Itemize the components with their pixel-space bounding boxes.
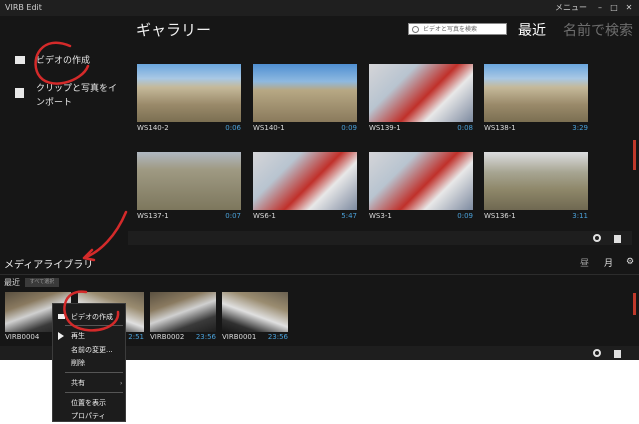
library-thumbnail[interactable]	[222, 292, 288, 332]
video-camera-icon	[58, 314, 65, 319]
refresh-icon[interactable]	[593, 234, 601, 242]
trash-icon[interactable]	[614, 235, 621, 243]
ctx-play[interactable]: 再生	[71, 331, 85, 341]
clip-name: WS138-1	[484, 124, 516, 132]
clip-name: WS137-1	[137, 212, 169, 220]
ctx-show-location[interactable]: 位置を表示	[71, 398, 106, 408]
title-bar: VIRB Edit メニュー – □ ✕	[0, 0, 639, 16]
search-placeholder: ビデオと写真を検索	[423, 26, 478, 33]
library-scrollbar[interactable]	[633, 293, 636, 315]
search-input[interactable]: ビデオと写真を検索	[408, 23, 507, 35]
clip-name: WS139-1	[369, 124, 401, 132]
gear-icon[interactable]: ⚙	[626, 257, 634, 267]
clip-name: WS140-2	[137, 124, 169, 132]
clip-name: VIRB0004	[5, 333, 40, 341]
menu-button[interactable]: メニュー	[555, 0, 587, 16]
clip-name: WS6-1	[253, 212, 276, 220]
clip-name: WS140-1	[253, 124, 285, 132]
import-clips-link[interactable]: クリップと写真をインポート	[36, 82, 124, 110]
library-title: メディアライブラリ	[4, 260, 94, 271]
minimize-button[interactable]: –	[593, 0, 607, 16]
gallery-thumbnail[interactable]	[369, 64, 473, 122]
play-icon	[58, 332, 64, 340]
gallery-title: ギャラリー	[136, 21, 212, 39]
gallery-toolbar	[128, 231, 632, 245]
gallery-thumbnail[interactable]	[253, 152, 357, 210]
gallery-thumbnail[interactable]	[253, 64, 357, 122]
clip-duration: 3:11	[572, 212, 588, 220]
app-title: VIRB Edit	[5, 3, 42, 12]
context-menu: ビデオの作成 再生 名前の変更... 削除 共有 › 位置を表示 プロパティ	[52, 303, 126, 422]
ctx-separator	[65, 372, 123, 373]
clip-name: WS136-1	[484, 212, 516, 220]
clip-duration: 5:47	[341, 212, 357, 220]
ctx-share[interactable]: 共有	[71, 378, 85, 388]
ctx-properties[interactable]: プロパティ	[71, 411, 106, 421]
sort-recent-tab[interactable]: 最近	[518, 20, 546, 40]
import-icon	[15, 88, 24, 98]
gallery-scrollbar[interactable]	[633, 140, 636, 170]
clip-duration: 0:06	[225, 124, 241, 132]
create-video-link[interactable]: ビデオの作成	[36, 53, 90, 66]
clip-duration: 0:09	[457, 212, 473, 220]
ctx-separator	[65, 325, 123, 326]
view-month-tab[interactable]: 月	[604, 256, 613, 269]
ctx-separator	[65, 392, 123, 393]
gallery-thumbnail[interactable]	[484, 64, 588, 122]
refresh-icon[interactable]	[593, 349, 601, 357]
library-recent-label: 最近	[4, 278, 20, 287]
clip-name: WS3-1	[369, 212, 392, 220]
search-icon	[412, 26, 419, 33]
sort-name-tab[interactable]: 名前で検索	[563, 20, 633, 40]
clip-duration: 23:56	[267, 333, 288, 341]
clip-duration: 0:08	[457, 124, 473, 132]
clip-duration: 23:56	[195, 333, 216, 341]
gallery-thumbnail[interactable]	[484, 152, 588, 210]
gallery-thumbnail[interactable]	[137, 64, 241, 122]
library-divider	[0, 274, 639, 275]
ctx-rename[interactable]: 名前の変更...	[71, 345, 113, 355]
video-camera-icon	[15, 56, 25, 64]
chevron-right-icon: ›	[120, 380, 123, 387]
clip-duration: 3:29	[572, 124, 588, 132]
ctx-delete[interactable]: 削除	[71, 358, 85, 368]
library-thumbnail[interactable]	[150, 292, 216, 332]
ctx-create-video[interactable]: ビデオの作成	[71, 312, 113, 322]
clip-duration: 0:07	[225, 212, 241, 220]
gallery-thumbnail[interactable]	[137, 152, 241, 210]
view-day-tab[interactable]: 昼	[580, 256, 589, 269]
trash-icon[interactable]	[614, 350, 621, 358]
select-all-button[interactable]: すべて選択	[25, 278, 59, 287]
clip-duration: 0:09	[341, 124, 357, 132]
gallery-thumbnail[interactable]	[369, 152, 473, 210]
close-button[interactable]: ✕	[622, 0, 636, 16]
maximize-button[interactable]: □	[607, 0, 621, 16]
